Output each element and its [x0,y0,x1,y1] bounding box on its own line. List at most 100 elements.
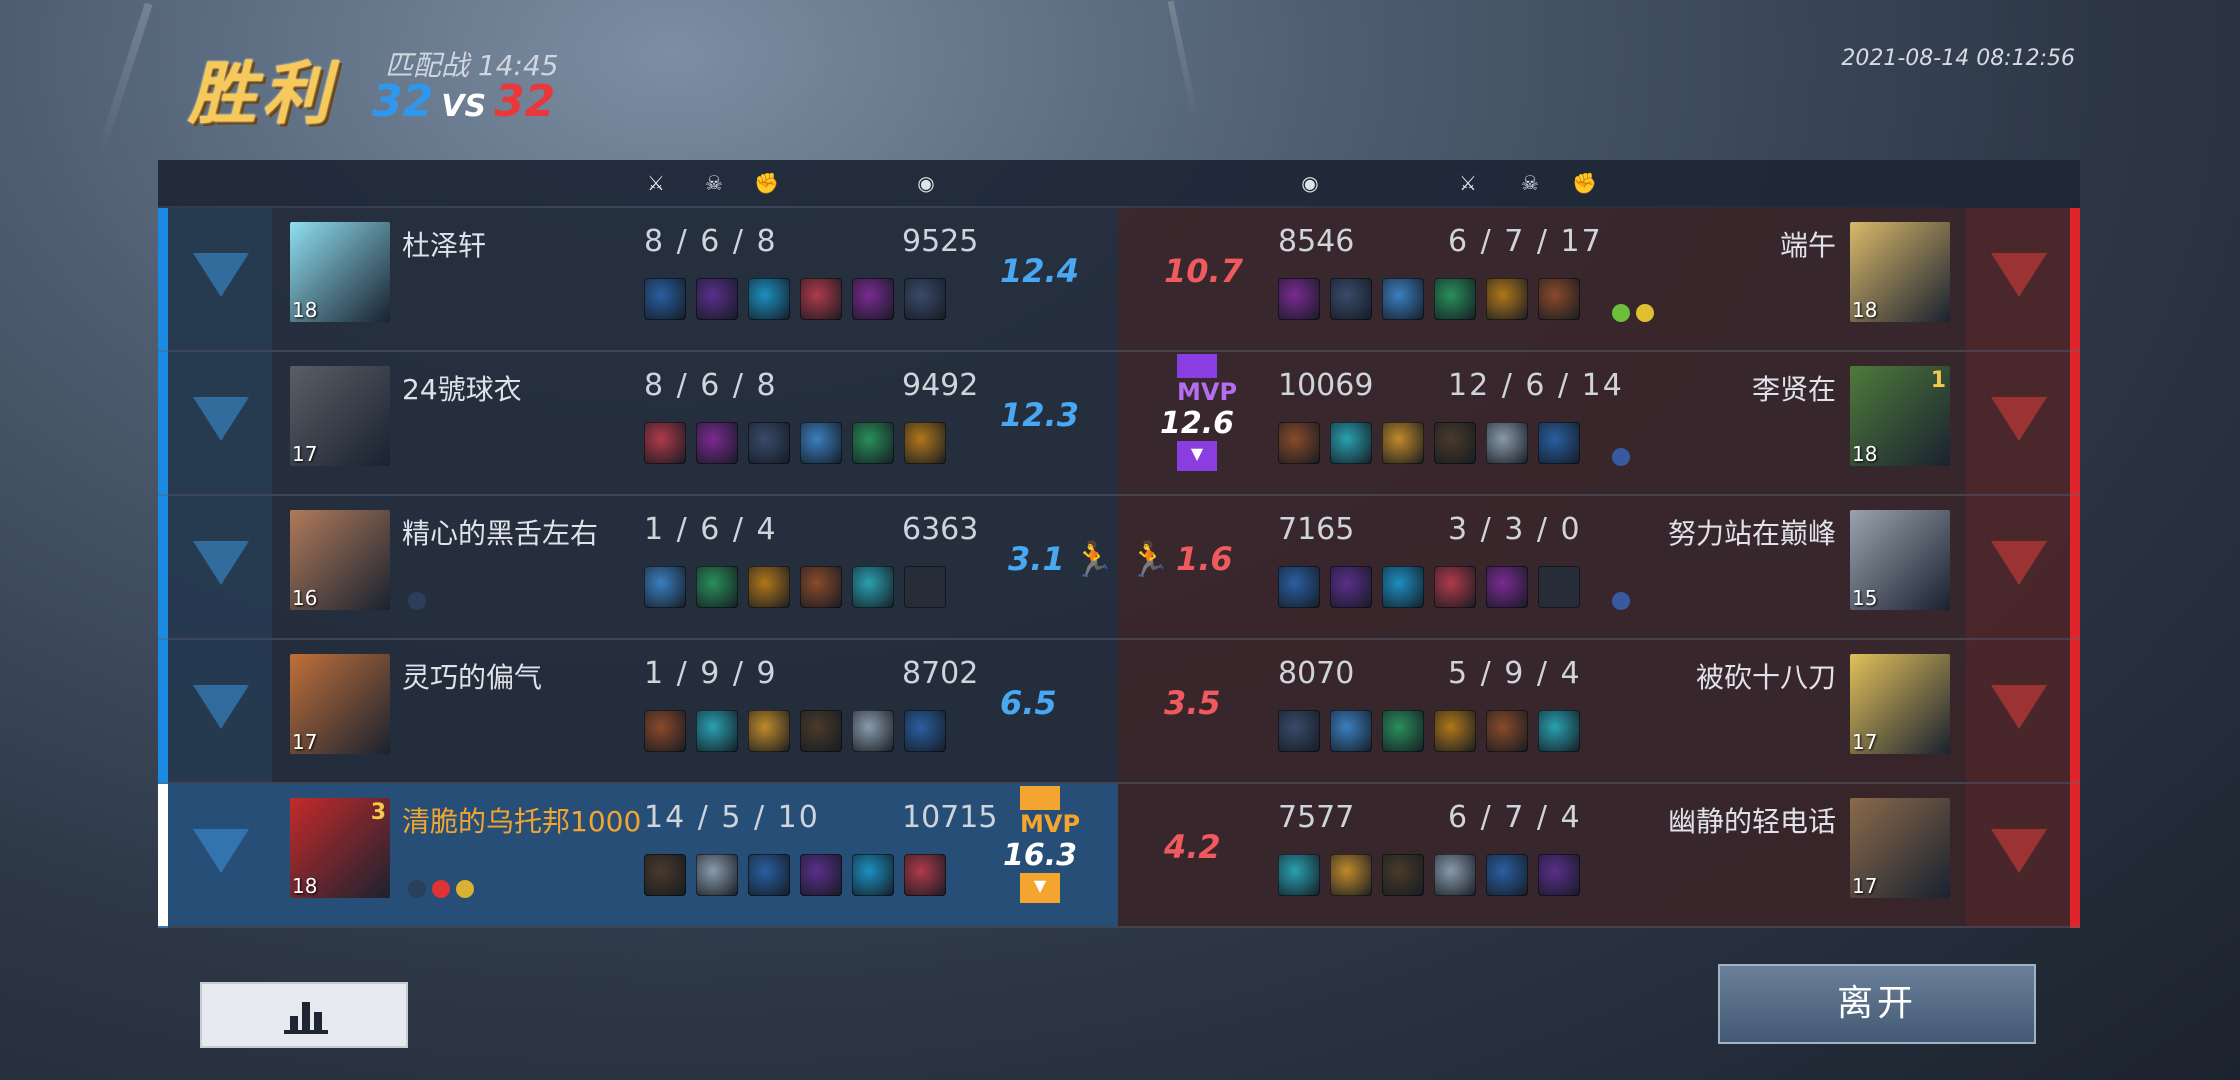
item-slot[interactable] [1434,854,1476,896]
item-slot[interactable] [1330,710,1372,752]
item-slot[interactable] [1538,278,1580,320]
item-slot[interactable] [1278,710,1320,752]
item-slot[interactable] [1382,710,1424,752]
lane-triangle-icon [193,829,249,873]
item-slot[interactable] [1278,278,1320,320]
item-slot[interactable] [1278,566,1320,608]
buff-icons [408,592,426,610]
item-slot[interactable] [1434,566,1476,608]
kda: 1 / 6 / 4 [644,512,778,547]
item-slots [644,854,946,896]
item-slot[interactable] [1330,854,1372,896]
lane-triangle-icon [1991,685,2047,729]
item-slot[interactable] [748,710,790,752]
item-slot[interactable] [1330,566,1372,608]
hero-avatar[interactable]: 18 3 [290,798,390,898]
item-slot[interactable] [800,710,842,752]
item-slot[interactable] [1434,278,1476,320]
lane-marker [168,784,272,926]
item-slot[interactable] [644,422,686,464]
item-slot[interactable] [852,710,894,752]
item-slot[interactable] [1486,278,1528,320]
buff-icons [1612,448,1630,466]
item-slot[interactable] [748,566,790,608]
item-slot[interactable] [644,854,686,896]
player-score: 6.5 [1000,684,1057,722]
item-slot[interactable] [1486,422,1528,464]
item-slot[interactable] [800,854,842,896]
item-slot[interactable] [904,710,946,752]
kda: 14 / 5 / 10 [644,800,820,835]
item-slot[interactable] [1330,422,1372,464]
kda: 6 / 7 / 4 [1448,800,1582,835]
item-slot[interactable] [904,566,946,608]
player-name: 努力站在巅峰 [1667,517,1836,550]
item-slot[interactable] [696,422,738,464]
item-slot[interactable] [1486,710,1528,752]
buff-icons [408,880,474,898]
skull-icon: ☠ [705,171,723,195]
item-slot[interactable] [904,278,946,320]
item-slot[interactable] [1330,278,1372,320]
hero-level: 16 [292,586,318,610]
hero-avatar[interactable]: 16 [290,510,390,610]
hero-avatar[interactable]: 18 1 [1850,366,1950,466]
item-slot[interactable] [1382,854,1424,896]
hero-avatar[interactable]: 17 [1850,654,1950,754]
item-slot[interactable] [800,566,842,608]
leave-button[interactable]: 离开 [1718,964,2036,1044]
item-slot[interactable] [696,854,738,896]
item-slot[interactable] [644,566,686,608]
hero-avatar[interactable]: 17 [290,366,390,466]
gold: 8546 [1278,224,1355,259]
item-slot[interactable] [1278,422,1320,464]
item-slot[interactable] [1538,566,1580,608]
item-slot[interactable] [1486,854,1528,896]
item-slot[interactable] [644,278,686,320]
item-slot[interactable] [696,710,738,752]
item-slot[interactable] [748,278,790,320]
item-slot[interactable] [852,278,894,320]
lane-marker [1966,208,2070,350]
gold: 7165 [1278,512,1355,547]
item-slot[interactable] [1538,854,1580,896]
hero-avatar[interactable]: 18 [290,222,390,322]
item-slot[interactable] [1434,422,1476,464]
gold: 9525 [902,224,979,259]
hero-avatar[interactable]: 15 [1850,510,1950,610]
item-slot[interactable] [904,854,946,896]
lane-marker [1966,640,2070,782]
item-slot[interactable] [800,422,842,464]
hero-avatar[interactable]: 17 [290,654,390,754]
item-slot[interactable] [748,854,790,896]
item-slot[interactable] [1382,566,1424,608]
hero-avatar[interactable]: 18 [1850,222,1950,322]
player-score: 3.5 [1164,684,1221,722]
item-slot[interactable] [800,278,842,320]
item-slot[interactable] [748,422,790,464]
item-slot[interactable] [852,566,894,608]
stats-button[interactable] [200,982,408,1048]
item-slot[interactable] [1278,854,1320,896]
buff-icons [1612,592,1630,610]
afk-runner-icon: 🏃 [1072,540,1115,580]
item-slot[interactable] [644,710,686,752]
item-slot[interactable] [696,278,738,320]
mvp-badge: MVP 12.6 ▼ [1160,354,1237,471]
item-slot[interactable] [852,422,894,464]
player-score: 12.3 [1000,396,1079,434]
item-slot[interactable] [904,422,946,464]
item-slot[interactable] [696,566,738,608]
item-slot[interactable] [1538,710,1580,752]
lane-triangle-icon [1991,541,2047,585]
column-header-row: ⚔ ☠ ✊ ◉ ◉ ⚔ ☠ ✊ [158,160,2080,206]
item-slot[interactable] [1382,422,1424,464]
item-slot[interactable] [1538,422,1580,464]
buff-icon [432,880,450,898]
item-slot[interactable] [1486,566,1528,608]
hero-avatar[interactable]: 17 [1850,798,1950,898]
kda: 3 / 3 / 0 [1448,512,1582,547]
item-slot[interactable] [1434,710,1476,752]
item-slot[interactable] [852,854,894,896]
item-slot[interactable] [1382,278,1424,320]
